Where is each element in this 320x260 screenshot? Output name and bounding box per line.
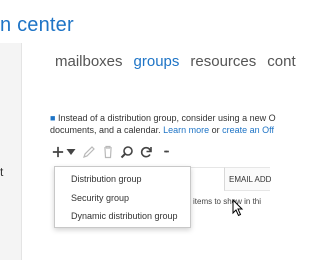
column-header-email-label: EMAIL ADD: [229, 175, 272, 184]
info-text-1: Instead of a distribution group, conside…: [57, 113, 276, 123]
mouse-pointer-icon: [232, 199, 244, 217]
tab-contacts[interactable]: cont: [267, 53, 295, 70]
info-line-2: documents, and a calendar. Learn more or…: [50, 124, 290, 136]
menu-item-distribution-group[interactable]: Distribution group: [71, 174, 142, 184]
new-group-dropdown-menu: Distribution group Security group Dynami…: [54, 166, 191, 228]
tab-mailboxes[interactable]: mailboxes: [55, 53, 123, 70]
column-header-email[interactable]: EMAIL ADD: [224, 167, 272, 191]
left-nav-panel: t: [0, 43, 22, 260]
refresh-icon[interactable]: [139, 144, 153, 160]
create-office-group-link[interactable]: create an Off: [222, 125, 274, 135]
left-nav-item-partial[interactable]: t: [0, 165, 3, 179]
delete-icon[interactable]: [101, 144, 115, 160]
chevron-down-icon[interactable]: [66, 144, 77, 160]
menu-item-dynamic-distribution-group[interactable]: Dynamic distribution group: [71, 211, 178, 221]
menu-item-security-group[interactable]: Security group: [71, 193, 129, 203]
grid-empty-message: items to show in thi: [193, 197, 262, 206]
info-message: ■ Instead of a distribution group, consi…: [50, 112, 290, 136]
info-text-2: documents, and a calendar.: [50, 125, 164, 135]
toolbar: •••: [52, 143, 174, 161]
search-icon[interactable]: [120, 144, 134, 160]
edit-icon[interactable]: [82, 144, 96, 160]
learn-more-link[interactable]: Learn more: [163, 125, 209, 135]
info-bullet-icon: ■: [50, 113, 56, 123]
app-title: n center: [0, 14, 74, 36]
info-or: or: [209, 125, 223, 135]
tab-resources[interactable]: resources: [190, 53, 256, 70]
more-icon[interactable]: •••: [158, 144, 174, 160]
tab-bar: mailboxes groups resources cont: [55, 53, 296, 70]
info-line-1: ■ Instead of a distribution group, consi…: [50, 112, 290, 124]
tab-groups[interactable]: groups: [134, 53, 180, 70]
add-icon[interactable]: [52, 144, 64, 160]
